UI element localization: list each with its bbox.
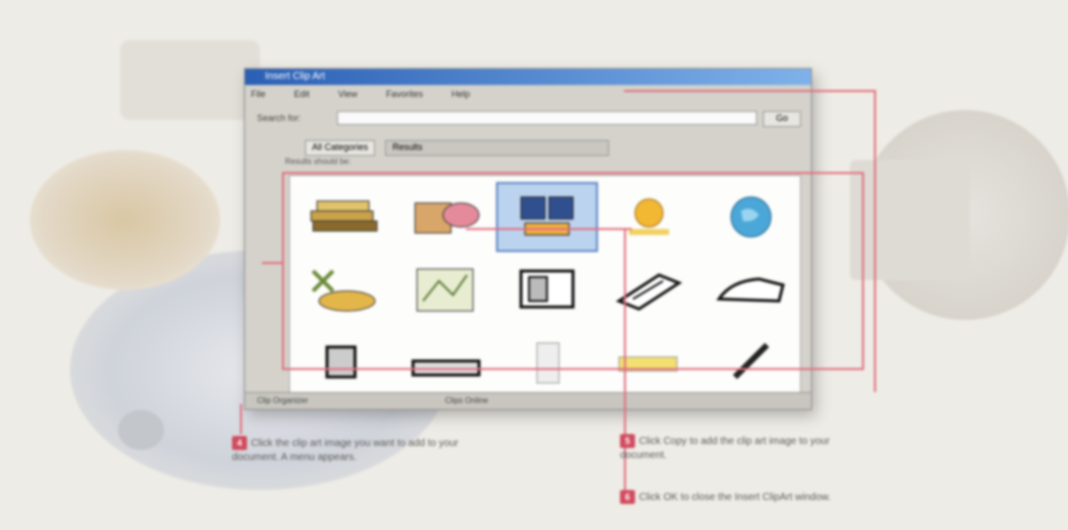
status-bar: Clip Organizer Clips Online	[245, 392, 811, 409]
status-left: Clip Organizer	[257, 396, 309, 405]
callout-line-step1	[240, 404, 242, 434]
status-right: Clips Online	[445, 396, 489, 405]
background-mug	[30, 150, 220, 290]
caption-step-1: 4 Click the clip art image you want to ad…	[232, 436, 482, 465]
caption-step-2: 5 Click Copy to add the clip art image to…	[620, 434, 870, 463]
step-text: Click Copy to add the clip art image to …	[620, 436, 830, 461]
background-object	[120, 40, 260, 120]
step-badge: 5	[620, 434, 636, 448]
title-bar: Insert Clip Art	[245, 69, 811, 85]
caption-step-3: 6 Click OK to close the Insert ClipArt wi…	[620, 490, 870, 505]
window-title: Insert Clip Art	[265, 71, 326, 82]
tab-all-categories[interactable]: All Categories	[305, 140, 376, 156]
tab-results[interactable]: Results	[385, 140, 610, 156]
step-badge: 4	[232, 436, 248, 450]
results-label: Results should be:	[285, 157, 351, 166]
callout-line-left	[262, 262, 284, 264]
callout-line-selected	[466, 228, 632, 230]
step-text: Click the clip art image you want to add…	[232, 438, 459, 463]
tab-row: All Categories Results	[305, 137, 615, 156]
menu-file[interactable]: File	[251, 89, 266, 99]
menu-favorites[interactable]: Favorites	[386, 89, 423, 99]
menu-view[interactable]: View	[338, 89, 357, 99]
screenshot-scene: Insert Clip Art File Edit View Favorites…	[0, 0, 1068, 530]
step-badge: 6	[620, 490, 636, 504]
search-label: Search for:	[257, 113, 302, 123]
menu-help[interactable]: Help	[451, 89, 470, 99]
menu-edit[interactable]: Edit	[294, 89, 310, 99]
callout-box-right	[624, 90, 876, 392]
step-text: Click OK to close the Insert ClipArt win…	[639, 492, 831, 503]
background-cd-hole	[118, 410, 164, 450]
